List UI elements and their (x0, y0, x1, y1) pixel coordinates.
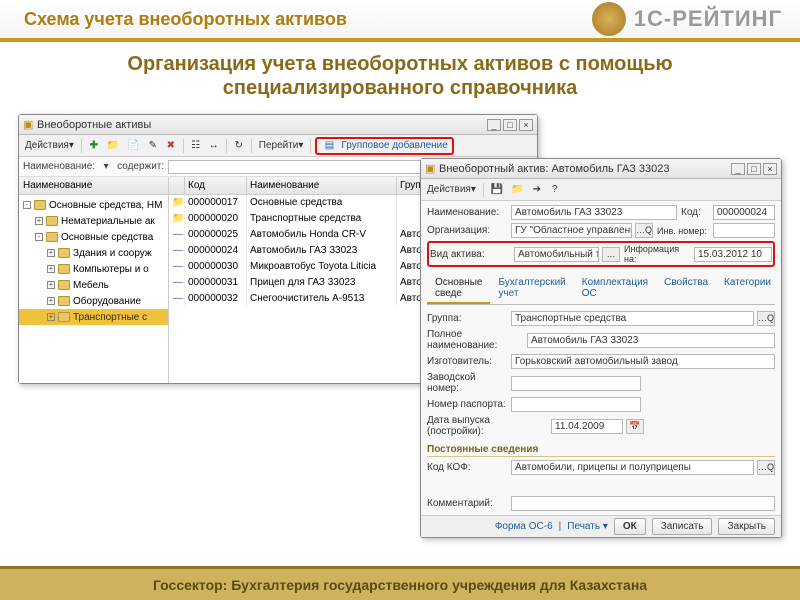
actions-menu[interactable]: Действия ▾ (22, 138, 77, 154)
tree-node[interactable]: +Оборудование (19, 293, 168, 309)
group-add-highlight: ▤ Групповое добавление (315, 137, 453, 155)
tree-node[interactable]: +Компьютеры и о (19, 261, 168, 277)
group-add-icon[interactable]: ▤ (321, 138, 337, 154)
tree-node[interactable]: +Здания и сооруж (19, 245, 168, 261)
edit-button[interactable]: ✎ (145, 138, 161, 154)
mark-delete-button[interactable]: ✖ (163, 138, 179, 154)
col-name[interactable]: Наименование (247, 177, 397, 195)
goto-button[interactable]: ➔ (529, 182, 545, 198)
tree-node[interactable]: +Нематериальные ак (19, 213, 168, 229)
input-issue[interactable]: 11.04.2009 (551, 419, 623, 434)
select-kind-button[interactable]: … (602, 247, 620, 262)
label-inv: Инв. номер: (657, 226, 709, 236)
tree-node[interactable]: -Основные средства, НМ (19, 197, 168, 213)
section-subtitle: Схема учета внеоборотных активов (0, 9, 592, 30)
refresh-button[interactable]: ↻ (231, 138, 247, 154)
input-org[interactable]: ГУ "Областное управление по ликвидации Ч… (511, 223, 632, 238)
tree-node[interactable]: -Основные средства (19, 229, 168, 245)
label-kind: Вид актива: (430, 249, 510, 260)
label-maker: Изготовитель: (427, 356, 507, 367)
tree-node[interactable]: +Мебель (19, 277, 168, 293)
close-icon[interactable]: × (519, 119, 533, 131)
input-kind[interactable]: Автомобильный транспорт (514, 247, 599, 262)
close-button[interactable]: Закрыть (718, 518, 775, 535)
ok-button[interactable]: ОК (614, 518, 646, 535)
filter-name-label: Наименование: (23, 161, 95, 172)
input-inv[interactable] (713, 223, 775, 238)
select-org-button[interactable]: …Q (635, 223, 653, 238)
window-title: Внеоборотные активы (37, 119, 151, 131)
label-info: Информация на: (624, 244, 690, 264)
maximize-icon[interactable]: □ (503, 119, 517, 131)
page-title: Организация учета внеоборотных активов с… (0, 42, 800, 104)
select-kof-button[interactable]: …Q (757, 460, 775, 475)
form-os6-link[interactable]: Форма ОС-6 (495, 521, 553, 532)
folder-button[interactable]: 📁 (508, 182, 526, 198)
date-picker-button[interactable]: 📅 (626, 419, 644, 434)
window-title: Внеоборотный актив: Автомобиль ГАЗ 33023 (439, 163, 670, 175)
hierarchy-toggle[interactable]: ☷ (188, 138, 204, 154)
maximize-icon[interactable]: □ (747, 163, 761, 175)
window-icon: ▣ (23, 118, 37, 131)
label-kof: Код КОФ: (427, 462, 507, 473)
input-maker[interactable]: Горьковский автомобильный завод (511, 354, 775, 369)
input-info[interactable]: 15.03.2012 10 (694, 247, 772, 262)
tab-props[interactable]: Свойства (656, 274, 716, 304)
close-icon[interactable]: × (763, 163, 777, 175)
label-name: Наименование: (427, 207, 507, 218)
minimize-icon[interactable]: _ (731, 163, 745, 175)
minimize-icon[interactable]: _ (487, 119, 501, 131)
help-button[interactable]: ? (547, 182, 563, 198)
label-passport: Номер паспорта: (427, 399, 507, 410)
input-comment[interactable] (511, 496, 775, 511)
label-code: Код: (681, 207, 709, 218)
label-org: Организация: (427, 225, 507, 236)
label-group: Группа: (427, 313, 507, 324)
save-button[interactable]: Записать (652, 518, 713, 535)
col-code[interactable]: Код (185, 177, 247, 195)
footer-text: Госсектор: Бухгалтерия государственного … (0, 566, 800, 600)
tab-complect[interactable]: Комплектация ОС (574, 274, 656, 304)
company-logo-icon (592, 2, 626, 36)
tree-header: Наименование (19, 177, 168, 195)
print-menu[interactable]: Печать ▾ (567, 521, 608, 532)
input-kof[interactable]: Автомобили, прицепы и полуприцепы (511, 460, 754, 475)
input-passport[interactable] (511, 397, 641, 412)
label-issue: Дата выпуска (постройки): (427, 415, 547, 437)
tab-main[interactable]: Основные сведе (427, 274, 490, 304)
filter-contains-label: содержит: (117, 161, 164, 172)
input-name[interactable]: Автомобиль ГАЗ 33023 (511, 205, 677, 220)
label-serial: Заводской номер: (427, 372, 507, 394)
input-group[interactable]: Транспортные средства (511, 311, 754, 326)
label-comment: Комментарий: (427, 498, 507, 509)
input-serial[interactable] (511, 376, 641, 391)
tab-cats[interactable]: Категории (716, 274, 779, 304)
window-icon: ▣ (425, 162, 439, 175)
tree-node[interactable]: +Транспортные с (19, 309, 168, 325)
tab-accounting[interactable]: Бухгалтерский учет (490, 274, 573, 304)
brand-name: 1С-РЕЙТИНГ (634, 6, 782, 32)
save-button[interactable]: 💾 (488, 182, 506, 198)
goto-menu[interactable]: Перейти ▾ (256, 138, 307, 154)
section-permanent: Постоянные сведения (427, 444, 775, 457)
move-button[interactable]: ↔ (206, 138, 222, 154)
group-add-label[interactable]: Групповое добавление (341, 140, 447, 151)
add-folder-button[interactable]: 📁 (104, 138, 122, 154)
add-copy-button[interactable]: 📄 (124, 138, 142, 154)
add-button[interactable]: ✚ (86, 138, 102, 154)
label-fullname: Полное наименование: (427, 329, 523, 351)
input-fullname[interactable]: Автомобиль ГАЗ 33023 (527, 333, 775, 348)
select-group-button[interactable]: …Q (757, 311, 775, 326)
actions-menu[interactable]: Действия ▾ (424, 182, 479, 198)
input-code[interactable]: 000000024 (713, 205, 775, 220)
